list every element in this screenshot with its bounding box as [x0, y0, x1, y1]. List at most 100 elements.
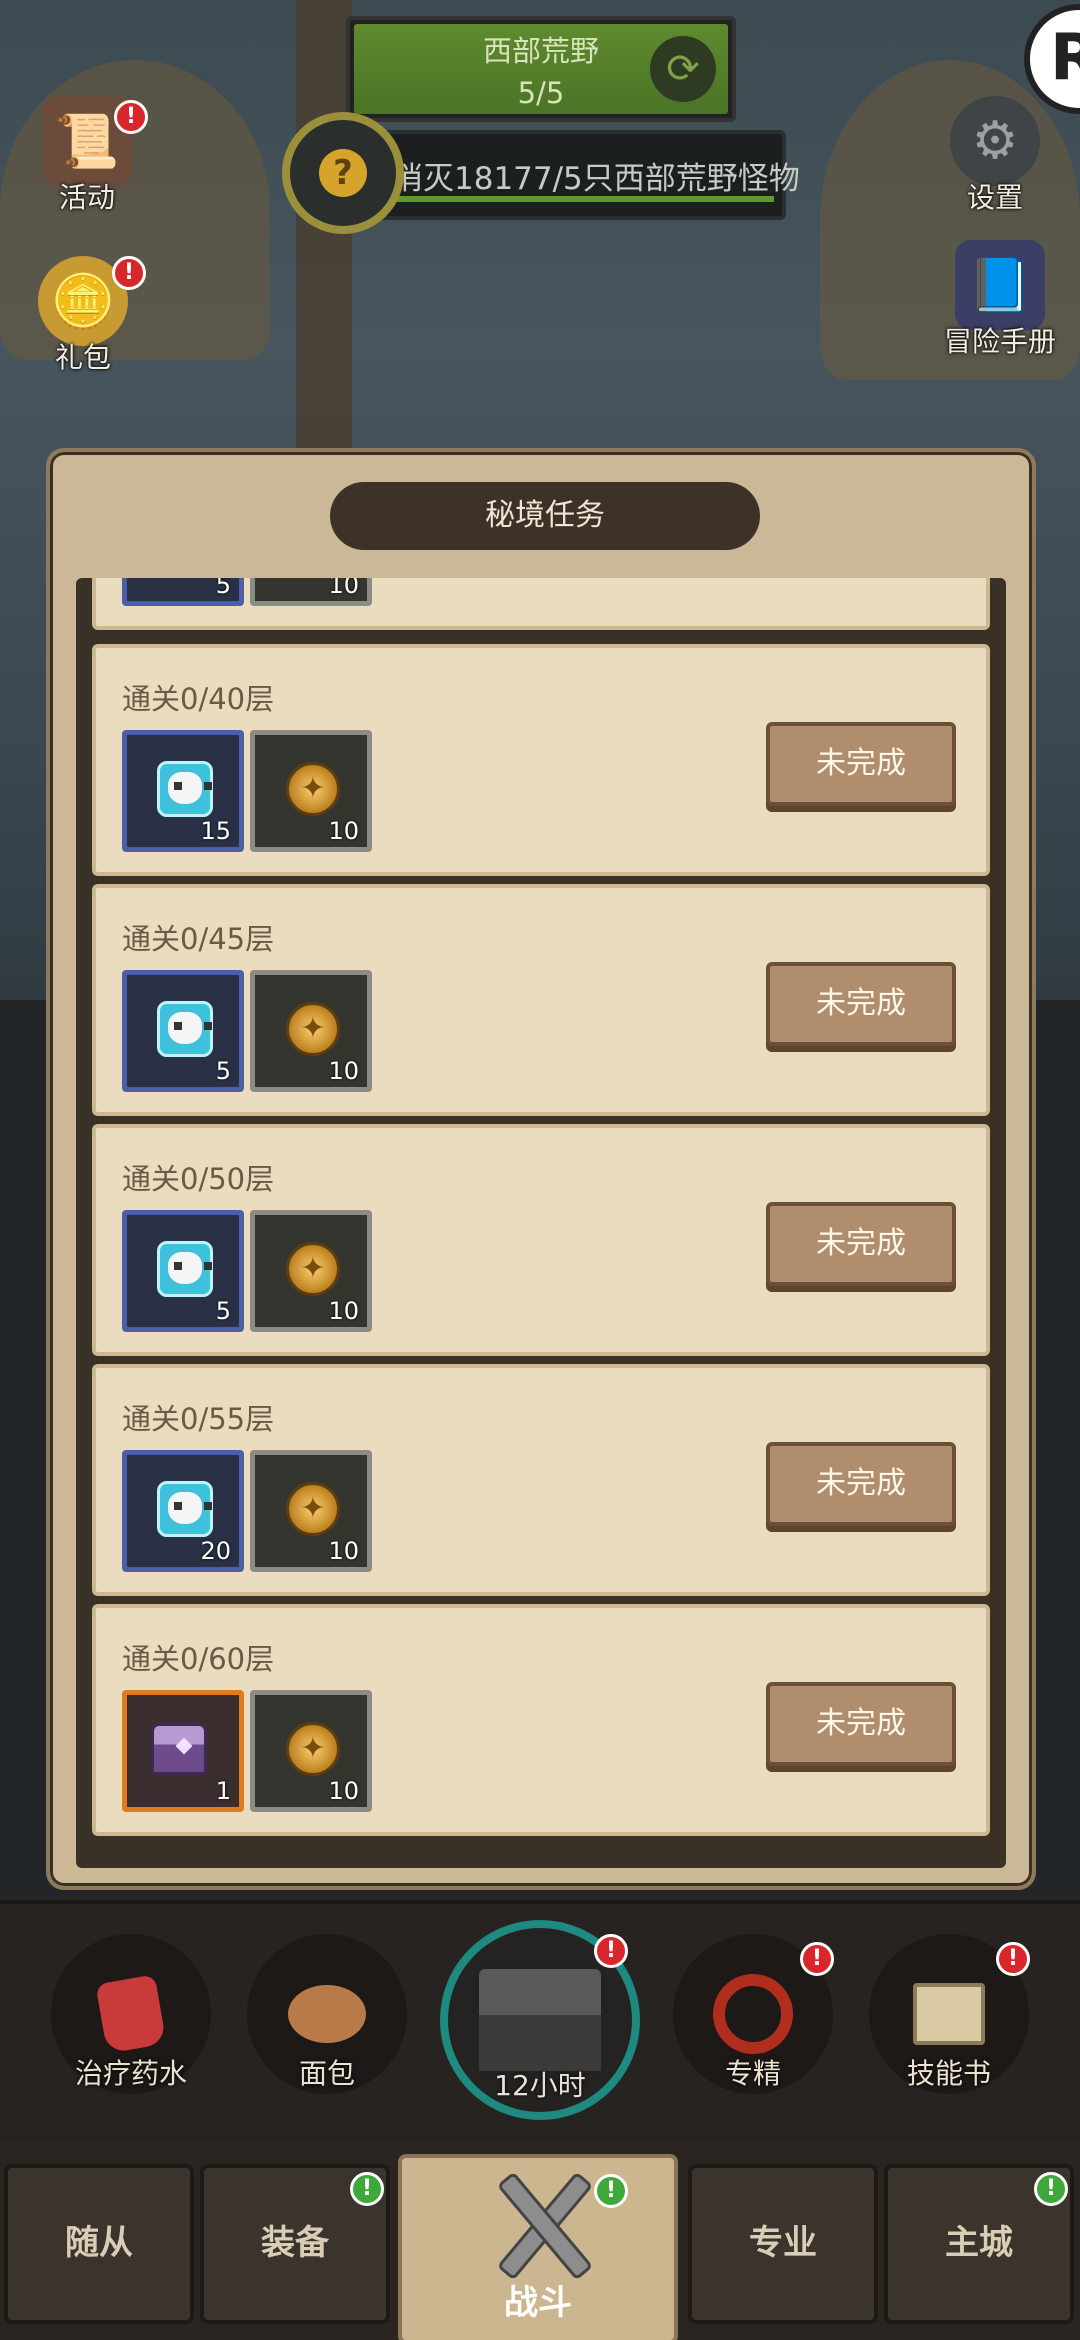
alert-badge: !: [996, 1942, 1030, 1976]
reward-slot[interactable]: 10: [250, 1210, 372, 1332]
activity-button[interactable]: 📜 活动 !: [22, 96, 152, 216]
adventure-manual-label: 冒险手册: [943, 325, 1056, 358]
reward-qty: 10: [328, 1777, 359, 1805]
tab-followers[interactable]: 随从: [4, 2164, 194, 2324]
task-title: 通关0/50层: [122, 1162, 275, 1196]
reward-qty: 5: [215, 1057, 231, 1085]
task-status-button[interactable]: 未完成: [766, 1682, 956, 1766]
gold-medal-icon: [286, 762, 340, 816]
tab-battle-label: 战斗: [504, 2283, 572, 2323]
tab-main-city[interactable]: 主城 !: [884, 2164, 1074, 2324]
refresh-icon[interactable]: ⟳: [650, 36, 716, 102]
book-globe-icon: 📘: [955, 240, 1045, 330]
potion-icon: [95, 1974, 167, 2054]
bread-label: 面包: [298, 2057, 355, 2090]
alert-badge: !: [112, 256, 146, 290]
task-card: 通关0/45层 5 10 未完成: [92, 884, 990, 1116]
chest-timer: 12小时: [494, 2069, 586, 2102]
reward-slot: 10: [250, 578, 372, 606]
reward-qty: 5: [215, 578, 231, 599]
tab-main-city-label: 主城: [945, 2223, 1013, 2263]
tab-profession[interactable]: 专业: [688, 2164, 878, 2324]
alert-badge: !: [350, 2172, 384, 2206]
task-status-button[interactable]: 未完成: [766, 722, 956, 806]
task-card-partial: 5 10: [92, 578, 990, 630]
activity-label: 活动: [58, 181, 115, 214]
alert-badge: !: [594, 1934, 628, 1968]
reward-slot[interactable]: 1: [122, 1690, 244, 1812]
skill-book-button[interactable]: 技能书 !: [864, 1934, 1034, 2114]
gold-medal-icon: [286, 1242, 340, 1296]
reward-slot: 5: [122, 578, 244, 606]
dialog-title: 秘境任务: [330, 482, 760, 550]
alert-badge: !: [800, 1942, 834, 1976]
quest-text: 消灭18177/5只西部荒野怪物: [392, 160, 800, 197]
task-card: 通关0/40层 15 10 未完成: [92, 644, 990, 876]
task-title: 通关0/45层: [122, 922, 275, 956]
potion-button[interactable]: 治疗药水: [46, 1934, 216, 2114]
reward-qty: 10: [328, 817, 359, 845]
settings-button[interactable]: ⚙ 设置: [930, 96, 1060, 216]
task-card: 通关0/55层 20 10 未完成: [92, 1364, 990, 1596]
gold-medal-icon: [286, 1722, 340, 1776]
bottom-nav: 随从 装备 ! 战斗 ! 专业 主城 !: [0, 2140, 1080, 2340]
tab-equipment-label: 装备: [261, 2223, 329, 2263]
task-list[interactable]: 5 10 通关0/40层 15 10 未完成 通关0/45层 5: [76, 578, 1006, 1868]
bread-icon: [288, 1985, 366, 2043]
skill-book-icon: [913, 1983, 985, 2045]
reward-slot[interactable]: 10: [250, 1690, 372, 1812]
specialty-icon: [713, 1974, 793, 2054]
reward-slot[interactable]: 20: [122, 1450, 244, 1572]
task-status-button[interactable]: 未完成: [766, 1202, 956, 1286]
reward-qty: 15: [200, 817, 231, 845]
gift-label: 礼包: [54, 341, 111, 374]
panda-card-icon: [157, 761, 213, 817]
reward-slot[interactable]: 10: [250, 1450, 372, 1572]
question-mark-icon: ?: [319, 149, 367, 197]
secret-realm-dialog: 秘境任务 5 10 通关0/40层 15 10 未完成 通关: [46, 448, 1036, 1890]
task-status-button[interactable]: 未完成: [766, 1442, 956, 1526]
bread-button[interactable]: 面包: [242, 1934, 412, 2114]
task-status-button[interactable]: 未完成: [766, 962, 956, 1046]
task-title: 通关0/60层: [122, 1642, 275, 1676]
quick-item-bar: 治疗药水 面包 12小时 ! 专精 ! 技能书 !: [0, 1900, 1080, 2140]
task-card: 通关0/60层 1 10 未完成: [92, 1604, 990, 1836]
reward-slot[interactable]: 5: [122, 970, 244, 1092]
task-card: 通关0/50层 5 10 未完成: [92, 1124, 990, 1356]
alert-badge: !: [594, 2174, 628, 2208]
task-title: 通关0/55层: [122, 1402, 275, 1436]
gift-button[interactable]: 🪙 礼包 !: [18, 256, 148, 376]
gear-icon: ⚙: [950, 96, 1040, 186]
alert-badge: !: [114, 100, 148, 134]
reward-slot[interactable]: 10: [250, 970, 372, 1092]
tab-battle[interactable]: 战斗 !: [398, 2154, 678, 2340]
task-title: 通关0/40层: [122, 682, 275, 716]
reward-slot[interactable]: 15: [122, 730, 244, 852]
treasure-chest-button[interactable]: 12小时 !: [440, 1920, 640, 2120]
specialty-label: 专精: [724, 2057, 781, 2090]
reward-qty: 10: [328, 1057, 359, 1085]
reward-qty: 10: [328, 1297, 359, 1325]
crossed-swords-icon: [472, 2164, 612, 2284]
reward-qty: 10: [328, 1537, 359, 1565]
reward-qty: 10: [328, 578, 359, 599]
adventure-manual-button[interactable]: 📘 冒险手册: [930, 240, 1070, 360]
alert-badge: !: [1034, 2172, 1068, 2206]
help-button[interactable]: ?: [282, 112, 404, 234]
settings-label: 设置: [966, 181, 1023, 214]
zone-banner[interactable]: 西部荒野 5/5 ⟳: [346, 16, 736, 122]
reward-qty: 20: [200, 1537, 231, 1565]
tab-equipment[interactable]: 装备 !: [200, 2164, 390, 2324]
panda-card-icon: [157, 1241, 213, 1297]
reward-slot[interactable]: 10: [250, 730, 372, 852]
reward-qty: 5: [215, 1297, 231, 1325]
specialty-button[interactable]: 专精 !: [668, 1934, 838, 2114]
purple-chest-icon: [151, 1723, 207, 1775]
skill-book-label: 技能书: [906, 2057, 991, 2090]
reward-slot[interactable]: 5: [122, 1210, 244, 1332]
gold-medal-icon: [286, 1002, 340, 1056]
treasure-chest-icon: [475, 1965, 605, 2075]
potion-label: 治疗药水: [74, 2057, 187, 2090]
quest-progress-bar: [394, 196, 774, 202]
panda-card-icon: [157, 1481, 213, 1537]
